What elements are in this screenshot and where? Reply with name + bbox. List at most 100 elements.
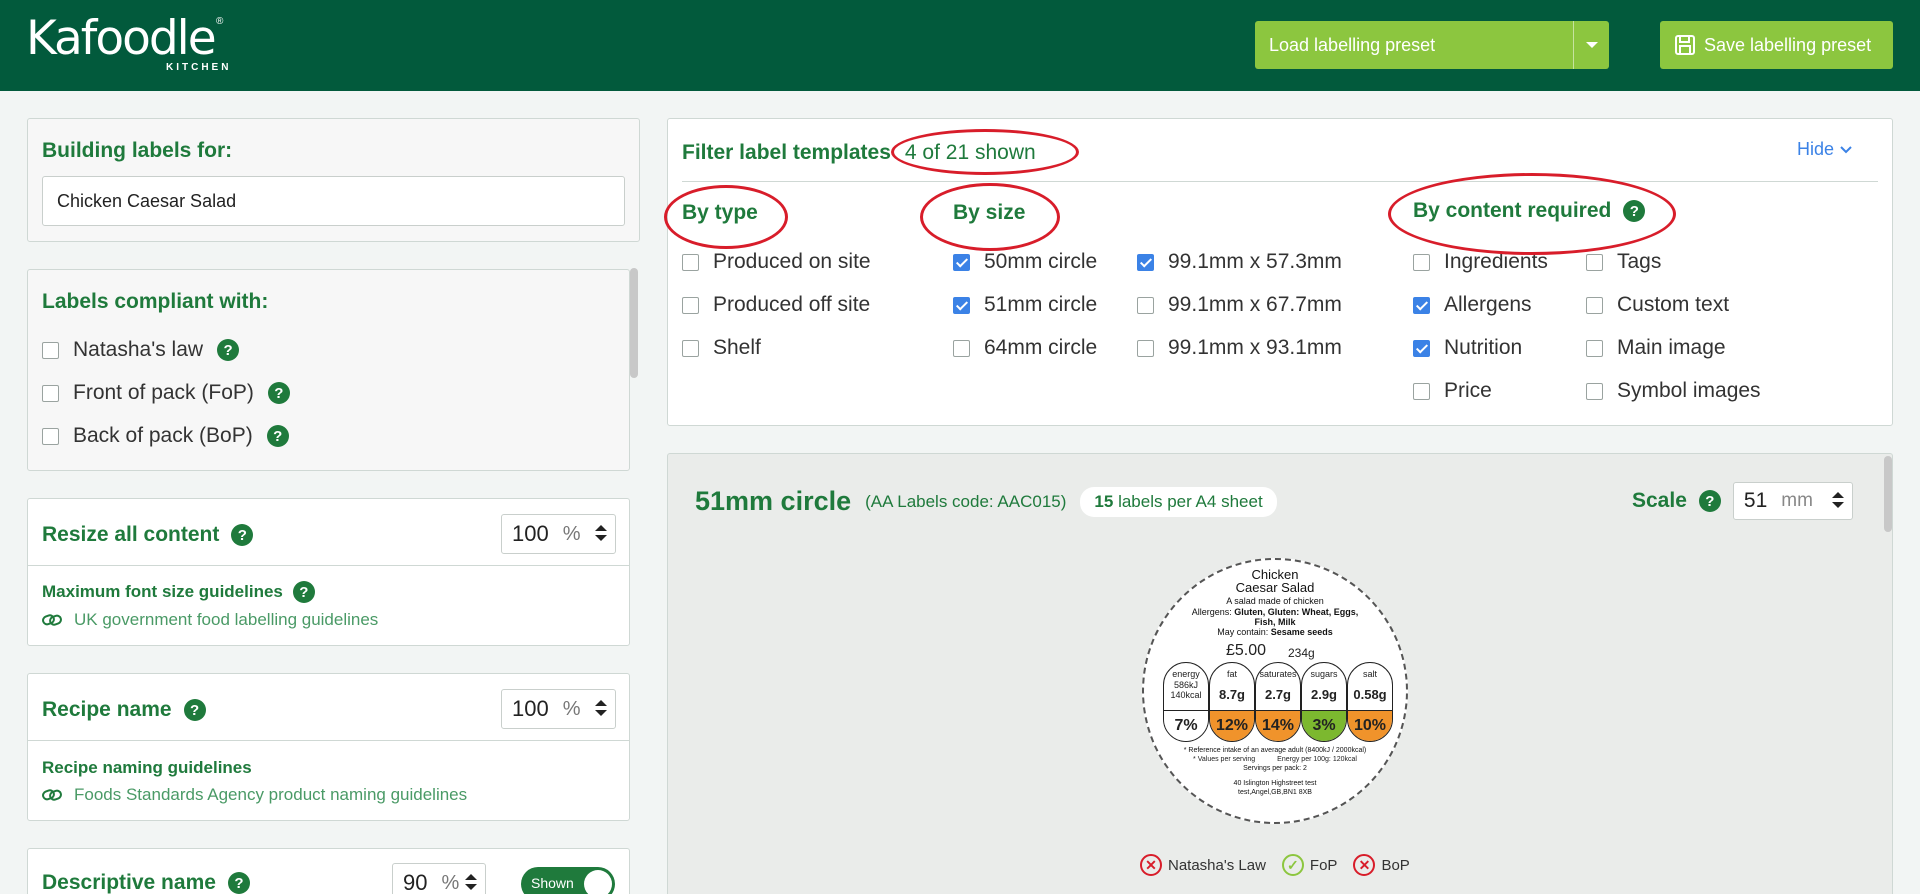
back-of-pack-checkbox[interactable] — [42, 427, 59, 445]
price-option[interactable]: Price — [1413, 379, 1492, 403]
by-size-heading: By size — [953, 201, 1026, 224]
main-image-option[interactable]: Main image — [1586, 336, 1726, 360]
descriptive-name-percent-input[interactable]: 90 % — [392, 863, 486, 894]
produced-off-site-checkbox[interactable] — [682, 296, 699, 314]
preview-heading: 51mm circle (AA Labels code: AAC015) 15 … — [695, 486, 1277, 517]
compliance-badges: ✕ Natasha's Law ✓ FoP ✕ BoP — [1140, 854, 1410, 876]
produced-on-site-option[interactable]: Produced on site — [682, 250, 871, 274]
shelf-option[interactable]: Shelf — [682, 336, 761, 360]
natashas-law-label: Natasha's law — [73, 338, 204, 361]
nutrition-sugars: sugars 2.9g 3% — [1301, 662, 1347, 742]
tags-checkbox[interactable] — [1586, 253, 1603, 271]
front-of-pack-option[interactable]: Front of pack (FoP) ? — [42, 381, 290, 405]
filter-count: 4 of 21 shown — [904, 141, 1036, 164]
size-99x93-checkbox[interactable] — [1137, 339, 1154, 357]
address-line2: test,Angel,GB,BN1 8XB — [1238, 789, 1312, 796]
left-scrollbar[interactable] — [630, 268, 638, 378]
custom-text-option[interactable]: Custom text — [1586, 293, 1729, 317]
labels-per-sheet-text: labels per A4 sheet — [1118, 491, 1263, 511]
recipe-search-input[interactable]: Chicken Caesar Salad — [42, 176, 625, 226]
symbol-images-checkbox[interactable] — [1586, 382, 1603, 400]
main-image-checkbox[interactable] — [1586, 339, 1603, 357]
help-icon[interactable]: ? — [1623, 200, 1646, 222]
nutrient-value: 2.9g — [1310, 687, 1337, 702]
size-51mm-circle-checkbox[interactable] — [953, 296, 970, 314]
nutrition-checkbox[interactable] — [1413, 339, 1430, 357]
help-icon[interactable]: ? — [227, 872, 250, 894]
back-of-pack-option[interactable]: Back of pack (BoP) ? — [42, 424, 289, 448]
size-99x67-option[interactable]: 99.1mm x 67.7mm — [1137, 293, 1342, 317]
allergens-option[interactable]: Allergens — [1413, 293, 1532, 317]
stepper-icon[interactable] — [465, 874, 477, 890]
percent-unit: % — [562, 522, 581, 545]
hide-filters-toggle[interactable]: Hide — [1797, 139, 1852, 160]
produced-on-site-checkbox[interactable] — [682, 253, 699, 271]
shelf-checkbox[interactable] — [682, 339, 699, 357]
main-image-label: Main image — [1617, 336, 1726, 359]
save-preset-label: Save labelling preset — [1704, 34, 1872, 55]
ingredients-option[interactable]: Ingredients — [1413, 250, 1548, 274]
size-50mm-circle-label: 50mm circle — [984, 250, 1098, 273]
link-icon — [42, 614, 62, 626]
help-icon[interactable]: ? — [1698, 490, 1721, 512]
size-99x57-option[interactable]: 99.1mm x 57.3mm — [1137, 250, 1342, 274]
natashas-law-checkbox[interactable] — [42, 341, 59, 359]
kafoodle-logo[interactable]: Kafoodle ® KITCHEN — [26, 14, 228, 74]
size-64mm-circle-option[interactable]: 64mm circle — [953, 336, 1097, 360]
help-icon[interactable]: ? — [267, 382, 290, 404]
nutrient-ri-percent: 7% — [1164, 710, 1208, 741]
help-icon[interactable]: ? — [266, 425, 289, 447]
size-99x93-option[interactable]: 99.1mm x 93.1mm — [1137, 336, 1342, 360]
size-64mm-circle-checkbox[interactable] — [953, 339, 970, 357]
nutrient-value: 0.58g — [1353, 687, 1387, 702]
filter-panel: Filter label templates 4 of 21 shown Hid… — [664, 118, 1893, 426]
resize-percent-input[interactable]: 100 % — [501, 514, 616, 554]
scale-input[interactable]: 51 mm — [1732, 482, 1853, 520]
recipe-name-panel: Recipe name ? 100 % Recipe naming guidel… — [27, 673, 630, 821]
help-icon[interactable]: ? — [217, 339, 240, 361]
nutrient-value: 2.7g — [1264, 687, 1291, 702]
nutrition-option[interactable]: Nutrition — [1413, 336, 1522, 360]
size-99x93-label: 99.1mm x 93.1mm — [1168, 336, 1342, 359]
percent-unit: % — [562, 697, 581, 720]
nutrition-salt: salt 0.58g 10% — [1347, 662, 1393, 742]
price-label: Price — [1444, 379, 1492, 402]
preview-scrollbar[interactable] — [1884, 456, 1892, 532]
allergens-checkbox[interactable] — [1413, 296, 1430, 314]
size-50mm-circle-checkbox[interactable] — [953, 253, 970, 271]
size-99x57-checkbox[interactable] — [1137, 253, 1154, 271]
price-checkbox[interactable] — [1413, 382, 1430, 400]
help-icon[interactable]: ? — [183, 699, 206, 721]
size-51mm-circle-option[interactable]: 51mm circle — [953, 293, 1097, 317]
load-preset-dropdown[interactable]: Load labelling preset — [1255, 21, 1609, 69]
custom-text-checkbox[interactable] — [1586, 296, 1603, 314]
symbol-images-option[interactable]: Symbol images — [1586, 379, 1761, 403]
scale-label: Scale — [1632, 489, 1687, 512]
label-allergens-line1: Allergens: Gluten, Gluten: Wheat, Eggs, — [1144, 607, 1406, 617]
help-icon[interactable]: ? — [292, 581, 315, 603]
by-content-title: By content required — [1413, 199, 1612, 222]
uk-gov-guidelines-text: UK government food labelling guidelines — [74, 610, 379, 629]
produced-off-site-option[interactable]: Produced off site — [682, 293, 870, 317]
label-name-line2: Caesar Salad — [1235, 580, 1315, 595]
natashas-law-option[interactable]: Natasha's law ? — [42, 338, 240, 362]
stepper-icon[interactable] — [1832, 492, 1844, 508]
stepper-icon[interactable] — [595, 700, 607, 716]
stepper-icon[interactable] — [595, 525, 607, 541]
help-icon[interactable]: ? — [231, 524, 254, 546]
descriptive-name-toggle[interactable]: Shown — [521, 867, 615, 894]
save-preset-button[interactable]: Save labelling preset — [1660, 21, 1893, 69]
natashas-law-badge: Natasha's Law — [1168, 856, 1266, 874]
size-50mm-circle-option[interactable]: 50mm circle — [953, 250, 1097, 274]
front-of-pack-checkbox[interactable] — [42, 384, 59, 402]
nutrient-name: saturates — [1259, 669, 1297, 679]
percent-unit: % — [441, 871, 460, 894]
uk-gov-guidelines-link[interactable]: UK government food labelling guidelines — [42, 610, 378, 630]
nutrient-kj: 586kJ — [1173, 680, 1199, 690]
size-99x67-checkbox[interactable] — [1137, 296, 1154, 314]
fsa-guidelines-link[interactable]: Foods Standards Agency product naming gu… — [42, 785, 467, 805]
chevron-down-icon[interactable] — [1573, 21, 1609, 69]
ingredients-checkbox[interactable] — [1413, 253, 1430, 271]
recipe-name-percent-input[interactable]: 100 % — [501, 689, 616, 729]
tags-option[interactable]: Tags — [1586, 250, 1661, 274]
